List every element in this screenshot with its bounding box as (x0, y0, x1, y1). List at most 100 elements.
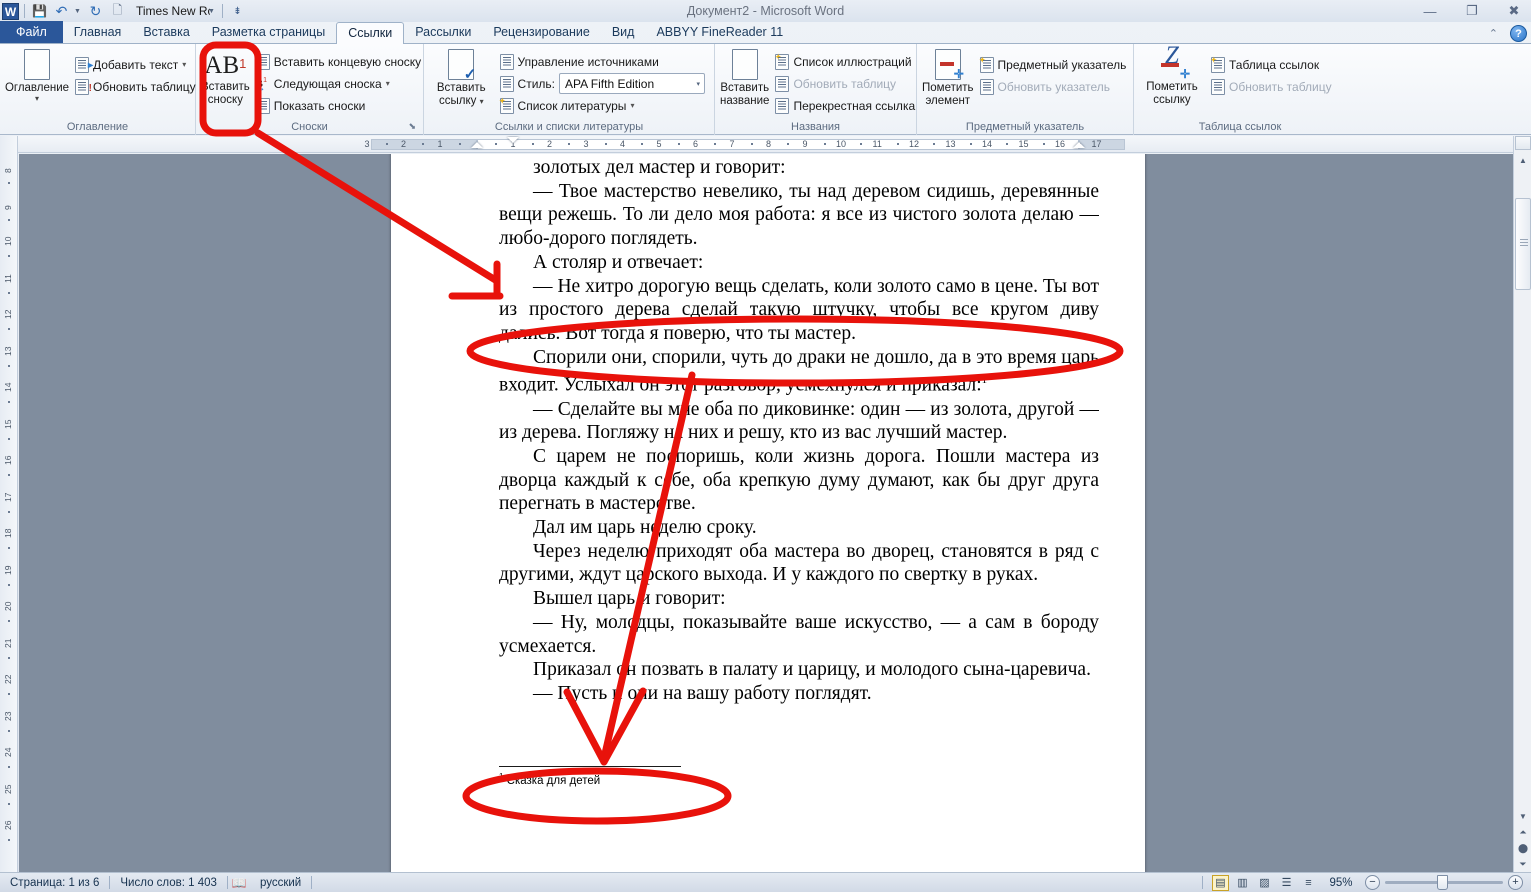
document-body-text[interactable]: золотых дел мастер и говорит:— Твое маст… (499, 158, 1099, 706)
tab-page-layout[interactable]: Разметка страницы (201, 22, 336, 43)
zoom-slider-thumb[interactable] (1437, 875, 1448, 890)
footnote-area[interactable]: 1 Сказка для детей (499, 772, 919, 787)
view-draft-icon[interactable]: ≡ (1300, 875, 1317, 891)
ruler-tick-label: 17 (1092, 139, 1102, 149)
horizontal-ruler[interactable]: 3211234567891011121314151617 (18, 136, 1513, 153)
tab-mailings[interactable]: Рассылки (404, 22, 482, 43)
ruler-tick-label: 22 (3, 675, 13, 684)
citation-style-select[interactable]: APA Fifth Edition ▾ (559, 73, 705, 94)
document-paragraph[interactable]: Приказал он позвать в палату и царицу, и… (499, 658, 1099, 682)
tab-file[interactable]: Файл (0, 21, 63, 43)
document-canvas[interactable]: золотых дел мастер и говорит:— Твое маст… (19, 154, 1513, 876)
update-toc-table-label: Обновить таблицу (93, 80, 196, 94)
close-icon[interactable]: ✖ (1503, 3, 1525, 19)
update-toc-table-button[interactable]: ! Обновить таблицу (71, 76, 200, 97)
collapse-ribbon-icon[interactable]: ⌃ (1489, 27, 1498, 40)
next-page-icon[interactable]: ⏷ (1515, 856, 1531, 872)
new-document-icon[interactable]: 🗋 (108, 2, 127, 21)
footnote-reference-superscript[interactable]: 1 (982, 374, 988, 386)
language-indicator[interactable]: русский (250, 873, 311, 892)
cross-reference-button[interactable]: Перекрестная ссылка (771, 95, 919, 116)
view-full-screen-reading-icon[interactable]: ▥ (1234, 875, 1251, 891)
select-browse-object-icon[interactable]: ⬤ (1515, 840, 1531, 856)
tab-insert[interactable]: Вставка (132, 22, 200, 43)
redo-icon[interactable]: ↻ (86, 2, 105, 21)
first-line-indent-marker[interactable] (507, 137, 519, 143)
manage-sources-button[interactable]: Управление источниками (496, 51, 709, 72)
insert-footnote-button[interactable]: AB1 Вставить сноску (201, 47, 250, 107)
zoom-out-button[interactable]: − (1365, 875, 1380, 890)
show-notes-button[interactable]: Показать сноски (252, 95, 425, 116)
next-footnote-label: Следующая сноска (274, 77, 382, 91)
view-web-layout-icon[interactable]: ▨ (1256, 875, 1273, 891)
ruler-tick-label: 7 (730, 139, 735, 149)
document-paragraph[interactable]: — Сделайте вы мне оба по диковинке: один… (499, 398, 1099, 445)
insert-table-of-figures-button[interactable]: ✦ Список иллюстраций (771, 51, 919, 72)
add-text-button[interactable]: ▸ Добавить текст ▾ (71, 54, 200, 75)
tab-references[interactable]: Ссылки (336, 22, 404, 44)
bibliography-button[interactable]: ✦ Список литературы ▾ (496, 95, 709, 116)
document-paragraph[interactable]: — Твое мастерство невелико, ты над дерев… (499, 180, 1099, 251)
mark-entry-button[interactable]: ✛ Пометить элемент (922, 47, 974, 108)
document-paragraph[interactable]: Спорили они, спорили, чуть до драки не д… (499, 346, 1099, 398)
undo-icon[interactable]: ↶ (52, 2, 71, 21)
previous-page-icon[interactable]: ⏶ (1515, 824, 1531, 840)
restore-icon[interactable]: ❐ (1461, 3, 1483, 19)
customize-qat-icon[interactable]: ⇟ (228, 2, 247, 21)
scroll-up-icon[interactable]: ▲ (1515, 152, 1531, 168)
insert-citation-icon: ✓ (448, 49, 474, 80)
ruler-tick-label: 20 (3, 602, 13, 611)
chevron-down-icon: ▾ (630, 101, 634, 110)
ribbon-group-footnotes: AB1 Вставить сноску Вставить концевую сн… (196, 44, 424, 135)
insert-citation-button[interactable]: ✓ Вставить ссылку ▾ (429, 47, 494, 108)
document-page[interactable]: золотых дел мастер и говорит:— Твое маст… (391, 154, 1145, 876)
document-paragraph[interactable]: — Пусть и они на вашу работу поглядят. (499, 682, 1099, 706)
citation-style-row[interactable]: Стиль: APA Fifth Edition ▾ (496, 73, 709, 94)
zoom-level[interactable]: 95% (1322, 877, 1360, 889)
document-paragraph[interactable]: А столяр и отвечает: (499, 251, 1099, 275)
insert-table-of-authorities-button[interactable]: ✦ Таблица ссылок (1207, 54, 1336, 75)
word-count[interactable]: Число слов: 1 403 (110, 873, 227, 892)
bibliography-icon: ✦ (500, 98, 514, 114)
insert-endnote-button[interactable]: Вставить концевую сноску (252, 51, 425, 72)
scrollbar-thumb[interactable] (1515, 198, 1531, 290)
vertical-scrollbar[interactable]: ▲ ⏶ ⬤ ⏷ ▼ (1513, 136, 1531, 876)
next-footnote-button[interactable]: B1 → Следующая сноска ▾ (252, 73, 425, 94)
scroll-down-icon[interactable]: ▼ (1515, 808, 1531, 824)
view-outline-icon[interactable]: ☰ (1278, 875, 1295, 891)
font-name-combo[interactable]: Times New Rc ▼ (132, 2, 217, 20)
tab-view[interactable]: Вид (601, 22, 646, 43)
word-logo-icon[interactable]: W (2, 3, 19, 20)
mark-citation-button[interactable]: Z ✛ Пометить ссылку (1139, 47, 1205, 107)
document-paragraph[interactable]: — Ну, молодцы, показывайте ваше искусств… (499, 611, 1099, 658)
page-indicator[interactable]: Страница: 1 из 6 (0, 873, 109, 892)
document-paragraph[interactable]: золотых дел мастер и говорит: (499, 156, 1099, 180)
view-print-layout-icon[interactable]: ▤ (1212, 875, 1229, 891)
tab-abbyy-finereader[interactable]: ABBYY FineReader 11 (645, 22, 794, 43)
zoom-slider[interactable] (1385, 881, 1503, 884)
spell-check-icon[interactable]: 📖 (228, 876, 250, 890)
document-paragraph[interactable]: С царем не поспоришь, коли жизнь дорога.… (499, 445, 1099, 516)
table-of-contents-button[interactable]: Оглавление ▾ (5, 47, 69, 102)
footnotes-dialog-launcher-icon[interactable]: ⬊ (408, 119, 416, 134)
update-authorities-table-label: Обновить таблицу (1229, 80, 1332, 94)
tab-home[interactable]: Главная (63, 22, 133, 43)
undo-dropdown-icon[interactable]: ▼ (74, 2, 83, 21)
save-icon[interactable]: 💾 (30, 2, 49, 21)
minimize-icon[interactable]: — (1419, 4, 1441, 19)
right-indent-marker[interactable] (1073, 142, 1085, 148)
document-paragraph[interactable]: Дал им царь неделю сроку. (499, 516, 1099, 540)
ruler-right-margin[interactable] (1079, 139, 1125, 150)
insert-caption-button[interactable]: Вставить название (720, 47, 769, 108)
split-window-handle[interactable] (1515, 136, 1531, 150)
ribbon-tabs: Файл Главная Вставка Разметка страницы С… (0, 22, 1531, 44)
vertical-ruler[interactable]: 891011121314151617181920212223242526 (0, 136, 18, 876)
document-paragraph[interactable]: Вышел царь и говорит: (499, 587, 1099, 611)
help-icon[interactable]: ? (1510, 25, 1527, 42)
tab-review[interactable]: Рецензирование (482, 22, 601, 43)
hanging-indent-marker[interactable] (471, 142, 483, 148)
zoom-in-button[interactable]: + (1508, 875, 1523, 890)
document-paragraph[interactable]: Через неделю приходят оба мастера во дво… (499, 540, 1099, 587)
document-paragraph[interactable]: — Не хитро дорогую вещь сделать, коли зо… (499, 275, 1099, 346)
insert-index-button[interactable]: ✦ Предметный указатель (976, 54, 1131, 75)
